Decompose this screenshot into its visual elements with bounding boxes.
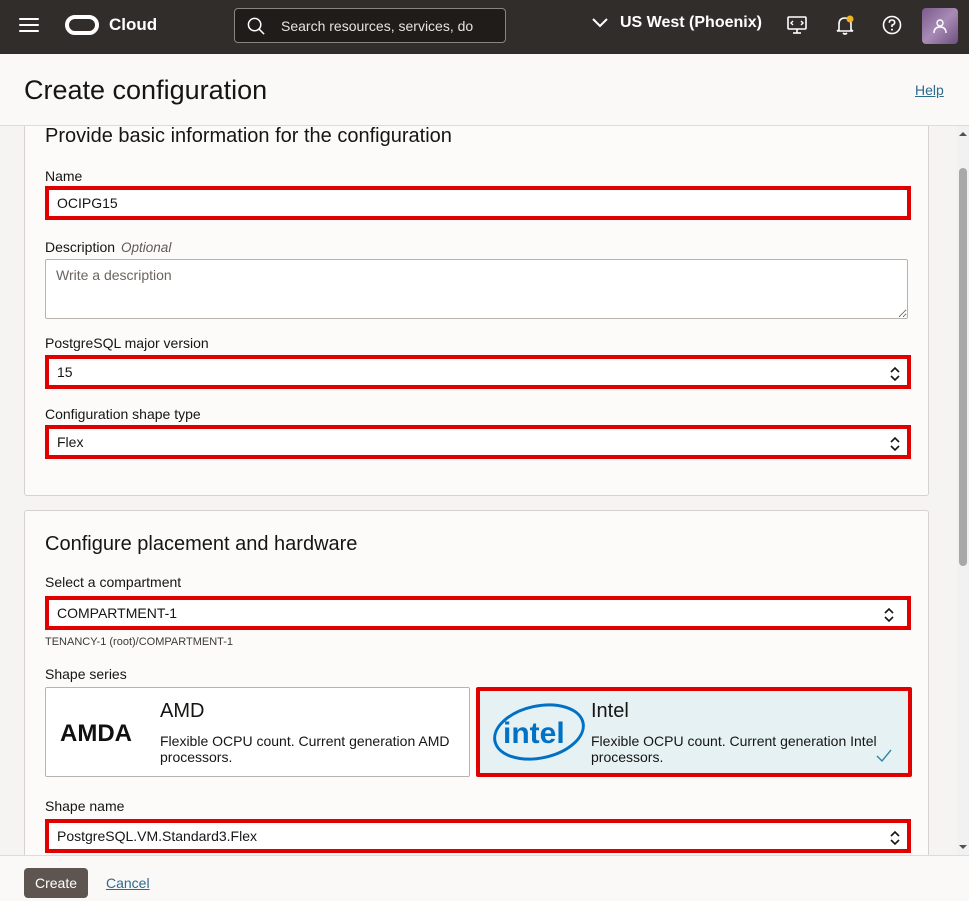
user-icon: [933, 19, 947, 34]
compartment-value: COMPARTMENT-1: [57, 605, 178, 621]
region-label: US West (Phoenix): [620, 14, 762, 31]
version-value: 15: [57, 364, 73, 380]
search-box[interactable]: [234, 8, 506, 43]
help-icon[interactable]: [881, 14, 903, 36]
scroll-down-arrow-icon[interactable]: [959, 843, 967, 851]
placement-panel: Configure placement and hardware Select …: [24, 510, 929, 855]
brand-label[interactable]: Cloud: [109, 15, 157, 35]
create-button[interactable]: Create: [24, 868, 88, 898]
shape-name-label: Shape name: [45, 798, 125, 814]
form-footer: Create Cancel: [0, 855, 969, 901]
compartment-label: Select a compartment: [45, 574, 182, 590]
amd-card-desc: Flexible OCPU count. Current generation …: [160, 733, 450, 765]
chevron-down-icon: [592, 18, 608, 28]
compartment-path: TENANCY-1 (root)/COMPARTMENT-1: [45, 636, 234, 648]
select-chevrons-icon: [884, 607, 894, 623]
amd-card-title: AMD: [160, 700, 205, 722]
cloud-shell-icon[interactable]: [786, 14, 808, 36]
section-title-basic: Provide basic information for the config…: [45, 126, 452, 147]
section-title-placement: Configure placement and hardware: [45, 533, 358, 555]
notifications-bell-icon[interactable]: [834, 14, 856, 36]
svg-text:intel: intel: [503, 717, 565, 750]
vertical-scrollbar[interactable]: [957, 126, 969, 855]
compartment-select[interactable]: COMPARTMENT-1: [45, 596, 911, 630]
form-content[interactable]: Provide basic information for the config…: [0, 126, 957, 855]
search-icon: [247, 17, 265, 35]
intel-card-desc: Flexible OCPU count. Current generation …: [591, 733, 877, 765]
svg-text:AMDA: AMDA: [60, 720, 132, 746]
shape-type-value: Flex: [57, 434, 84, 450]
page-header: Create configuration Help: [0, 54, 969, 126]
name-label: Name: [45, 168, 83, 184]
select-chevrons-icon: [890, 436, 900, 452]
name-field[interactable]: OCIPG15: [45, 186, 911, 220]
help-link[interactable]: Help: [915, 82, 944, 98]
shape-type-label: Configuration shape type: [45, 406, 201, 422]
select-chevrons-icon: [890, 366, 900, 382]
scroll-up-arrow-icon[interactable]: [959, 130, 967, 138]
shape-name-value: PostgreSQL.VM.Standard3.Flex: [57, 828, 257, 844]
selected-check-icon: [876, 749, 892, 763]
version-label: PostgreSQL major version: [45, 335, 209, 351]
intel-logo-icon: intel: [493, 703, 585, 761]
description-label-text: Description: [45, 239, 116, 255]
description-label: Description Optional: [45, 239, 171, 255]
shape-type-select[interactable]: Flex: [45, 425, 911, 459]
user-avatar[interactable]: [922, 8, 958, 44]
shape-card-amd[interactable]: AMDA AMD Flexible OCPU count. Current ge…: [45, 687, 470, 777]
amd-logo-icon: AMDA: [60, 720, 132, 746]
shape-name-select[interactable]: PostgreSQL.VM.Standard3.Flex: [45, 819, 911, 853]
top-nav-bar: Cloud US West (Phoenix): [0, 0, 969, 54]
name-value: OCIPG15: [57, 195, 118, 211]
region-selector[interactable]: US West (Phoenix): [592, 14, 762, 32]
description-field[interactable]: [45, 259, 908, 319]
shape-series-label: Shape series: [45, 666, 127, 682]
select-chevrons-icon: [890, 830, 900, 846]
optional-tag: Optional: [121, 240, 172, 255]
cancel-link[interactable]: Cancel: [106, 875, 150, 891]
search-input[interactable]: [279, 16, 475, 36]
version-select[interactable]: 15: [45, 355, 911, 389]
oracle-logo-icon[interactable]: [65, 15, 99, 35]
page-title: Create configuration: [24, 75, 268, 105]
scrollbar-thumb[interactable]: [959, 168, 967, 566]
shape-card-intel[interactable]: intel Intel Flexible OCPU count. Current…: [476, 687, 912, 777]
hamburger-menu-icon[interactable]: [19, 18, 39, 34]
intel-card-title: Intel: [591, 700, 629, 722]
basic-info-panel: Provide basic information for the config…: [24, 126, 929, 496]
